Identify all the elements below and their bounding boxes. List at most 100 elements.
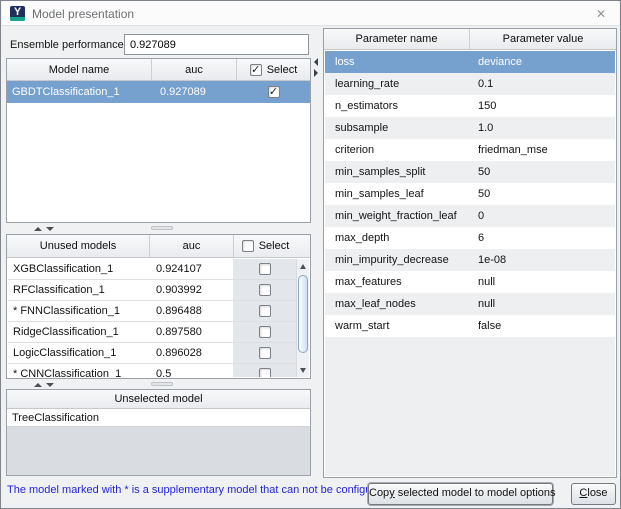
select-checkbox[interactable] bbox=[259, 368, 271, 377]
table-row[interactable]: XGBClassification_10.924107 bbox=[8, 259, 296, 280]
vertical-splitter[interactable] bbox=[313, 57, 321, 81]
parameter-table: Parameter name Parameter value lossdevia… bbox=[323, 28, 617, 478]
column-header-select[interactable]: Select bbox=[234, 235, 297, 257]
table-row[interactable]: min_samples_split50 bbox=[325, 161, 615, 183]
table-row[interactable]: n_estimators150 bbox=[325, 95, 615, 117]
table-row[interactable]: LogicClassification_10.896028 bbox=[8, 343, 296, 364]
window-close-icon[interactable]: ✕ bbox=[593, 6, 609, 22]
table-cell: loss bbox=[325, 51, 470, 73]
column-header-parameter-name[interactable]: Parameter name bbox=[324, 29, 470, 49]
table-row[interactable]: min_weight_fraction_leaf0 bbox=[325, 205, 615, 227]
table-cell bbox=[233, 343, 296, 363]
parameter-table-header: Parameter name Parameter value bbox=[324, 29, 616, 50]
table-row[interactable]: * CNNClassification_10.5 bbox=[8, 364, 296, 377]
title-bar: Y Model presentation ✕ bbox=[2, 1, 619, 26]
table-cell bbox=[233, 301, 296, 321]
table-cell: friedman_mse bbox=[470, 139, 615, 161]
copy-selected-model-button[interactable]: Copy selected model to model options bbox=[368, 483, 553, 505]
select-all-checkbox[interactable]: ✓ bbox=[250, 64, 262, 76]
table-row[interactable]: max_depth6 bbox=[325, 227, 615, 249]
scrollbar-down-button[interactable] bbox=[297, 363, 309, 377]
app-icon-letter: Y bbox=[10, 6, 25, 18]
splitter-grip[interactable] bbox=[151, 226, 173, 230]
table-cell: 0 bbox=[470, 205, 615, 227]
up-arrow-icon bbox=[300, 264, 306, 269]
table-cell: subsample bbox=[325, 117, 470, 139]
table-cell: warm_start bbox=[325, 315, 470, 337]
select-checkbox[interactable] bbox=[259, 263, 271, 275]
column-header-unused-models[interactable]: Unused models bbox=[7, 235, 150, 257]
column-header-select[interactable]: ✓ Select bbox=[237, 59, 310, 80]
selected-models-table: Model name auc ✓ Select GBDTClassificati… bbox=[6, 58, 311, 223]
table-cell: false bbox=[470, 315, 615, 337]
scrollbar-thumb[interactable] bbox=[298, 275, 308, 353]
splitter-collapse-up-icon[interactable] bbox=[34, 227, 42, 231]
select-checkbox[interactable] bbox=[259, 326, 271, 338]
table-row[interactable]: * FNNClassification_10.896488 bbox=[8, 301, 296, 322]
ensemble-performance-label: Ensemble performance bbox=[10, 39, 124, 51]
table-cell: RidgeClassification_1 bbox=[8, 322, 150, 342]
table-row[interactable]: lossdeviance bbox=[325, 51, 615, 73]
table-cell: * CNNClassification_1 bbox=[8, 364, 150, 377]
table-cell: 0.896028 bbox=[150, 343, 233, 363]
splitter-collapse-down-icon[interactable] bbox=[46, 383, 54, 387]
select-checkbox[interactable] bbox=[259, 284, 271, 296]
table-cell bbox=[233, 364, 296, 377]
table-row[interactable]: criterionfriedman_mse bbox=[325, 139, 615, 161]
splitter-grip[interactable] bbox=[151, 382, 173, 386]
ensemble-performance-input[interactable] bbox=[124, 34, 309, 55]
column-header-unselected-model[interactable]: Unselected model bbox=[7, 390, 310, 408]
supplementary-model-note: The model marked with * is a supplementa… bbox=[7, 484, 387, 496]
table-row[interactable]: RidgeClassification_10.897580 bbox=[8, 322, 296, 343]
splitter-collapse-right-icon[interactable] bbox=[314, 69, 318, 77]
table-row[interactable]: GBDTClassification_10.927089✓ bbox=[7, 81, 310, 103]
table-cell: min_impurity_decrease bbox=[325, 249, 470, 271]
table-cell: 0.903992 bbox=[150, 280, 233, 300]
table-row[interactable]: learning_rate0.1 bbox=[325, 73, 615, 95]
table-cell: 50 bbox=[470, 161, 615, 183]
table-cell: 0.897580 bbox=[150, 322, 233, 342]
splitter-collapse-up-icon[interactable] bbox=[34, 383, 42, 387]
column-header-auc[interactable]: auc bbox=[150, 235, 234, 257]
table-cell: RFClassification_1 bbox=[8, 280, 150, 300]
scrollbar-up-button[interactable] bbox=[297, 259, 309, 273]
table-cell bbox=[233, 280, 296, 300]
select-checkbox[interactable] bbox=[259, 305, 271, 317]
model-presentation-dialog: Y Model presentation ✕ Ensemble performa… bbox=[0, 0, 621, 509]
selected-models-rows: GBDTClassification_10.927089✓ bbox=[7, 81, 310, 103]
table-cell: GBDTClassification_1 bbox=[7, 81, 152, 103]
table-row[interactable]: TreeClassification bbox=[7, 409, 310, 427]
vertical-scrollbar[interactable] bbox=[296, 259, 309, 377]
select-checkbox[interactable]: ✓ bbox=[268, 86, 280, 98]
column-header-parameter-value[interactable]: Parameter value bbox=[470, 29, 616, 49]
table-cell: min_samples_leaf bbox=[325, 183, 470, 205]
table-cell: 150 bbox=[470, 95, 615, 117]
table-row[interactable]: RFClassification_10.903992 bbox=[8, 280, 296, 301]
select-all-checkbox[interactable] bbox=[242, 240, 254, 252]
table-cell: deviance bbox=[470, 51, 615, 73]
unselected-model-table-header: Unselected model bbox=[7, 390, 310, 409]
selected-models-table-header: Model name auc ✓ Select bbox=[7, 59, 310, 81]
splitter-collapse-down-icon[interactable] bbox=[46, 227, 54, 231]
splitter-collapse-left-icon[interactable] bbox=[314, 58, 318, 66]
column-header-auc[interactable]: auc bbox=[152, 59, 237, 80]
table-row[interactable]: warm_startfalse bbox=[325, 315, 615, 337]
unused-models-table: Unused models auc Select XGBClassificati… bbox=[6, 234, 311, 379]
table-row[interactable]: min_samples_leaf50 bbox=[325, 183, 615, 205]
parameter-table-rows: lossdeviancelearning_rate0.1n_estimators… bbox=[325, 51, 615, 476]
table-cell: ✓ bbox=[237, 81, 310, 103]
close-button[interactable]: Close bbox=[571, 483, 616, 505]
column-header-model-name[interactable]: Model name bbox=[7, 59, 152, 80]
table-row[interactable]: max_featuresnull bbox=[325, 271, 615, 293]
table-cell: min_samples_split bbox=[325, 161, 470, 183]
table-cell: n_estimators bbox=[325, 95, 470, 117]
app-icon: Y bbox=[10, 6, 25, 21]
table-cell: 0.5 bbox=[150, 364, 233, 377]
select-checkbox[interactable] bbox=[259, 347, 271, 359]
horizontal-splitter-1[interactable] bbox=[6, 223, 311, 234]
table-cell: 1.0 bbox=[470, 117, 615, 139]
table-row[interactable]: min_impurity_decrease1e-08 bbox=[325, 249, 615, 271]
table-row[interactable]: subsample1.0 bbox=[325, 117, 615, 139]
table-cell: 6 bbox=[470, 227, 615, 249]
table-row[interactable]: max_leaf_nodesnull bbox=[325, 293, 615, 315]
